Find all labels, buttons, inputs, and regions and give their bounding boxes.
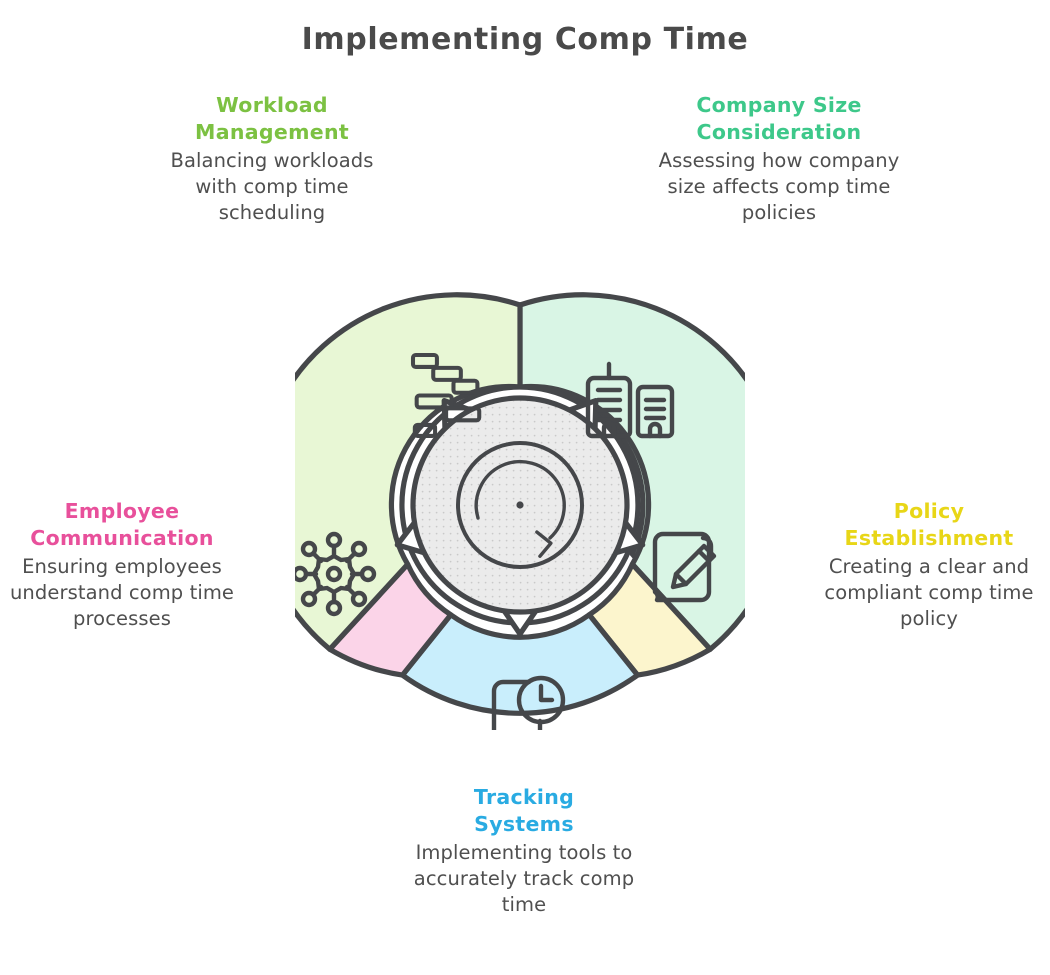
label-description-company-size: Assessing how company size affects comp … bbox=[658, 149, 900, 224]
donut-wheel bbox=[295, 292, 745, 730]
label-heading-tracking: Tracking Systems bbox=[473, 785, 575, 837]
label-description-workload: Balancing workloads with comp time sched… bbox=[170, 149, 374, 224]
infographic-canvas: Implementing Comp Time Workload Manageme… bbox=[0, 0, 1050, 975]
label-heading-employee: Employee Communication bbox=[30, 499, 214, 551]
label-block-policy: Policy Establishment Creating a clear an… bbox=[812, 498, 1046, 631]
label-description-employee: Ensuring employees understand comp time … bbox=[9, 555, 235, 630]
label-heading-policy: Policy Establishment bbox=[844, 499, 1014, 551]
hub-center-dot bbox=[516, 501, 524, 509]
label-block-tracking: Tracking Systems Implementing tools to a… bbox=[398, 784, 650, 917]
label-description-tracking: Implementing tools to accurately track c… bbox=[413, 841, 635, 916]
center-hub bbox=[410, 395, 630, 615]
label-heading-company-size: Company Size Consideration bbox=[696, 93, 862, 145]
label-block-workload: Workload Management Balancing workloads … bbox=[148, 92, 396, 225]
label-heading-workload: Workload Management bbox=[195, 93, 349, 145]
label-description-policy: Creating a clear and compliant comp time… bbox=[824, 555, 1034, 630]
label-block-employee: Employee Communication Ensuring employee… bbox=[4, 498, 240, 631]
label-block-company-size: Company Size Consideration Assessing how… bbox=[648, 92, 910, 225]
page-title: Implementing Comp Time bbox=[301, 22, 749, 57]
